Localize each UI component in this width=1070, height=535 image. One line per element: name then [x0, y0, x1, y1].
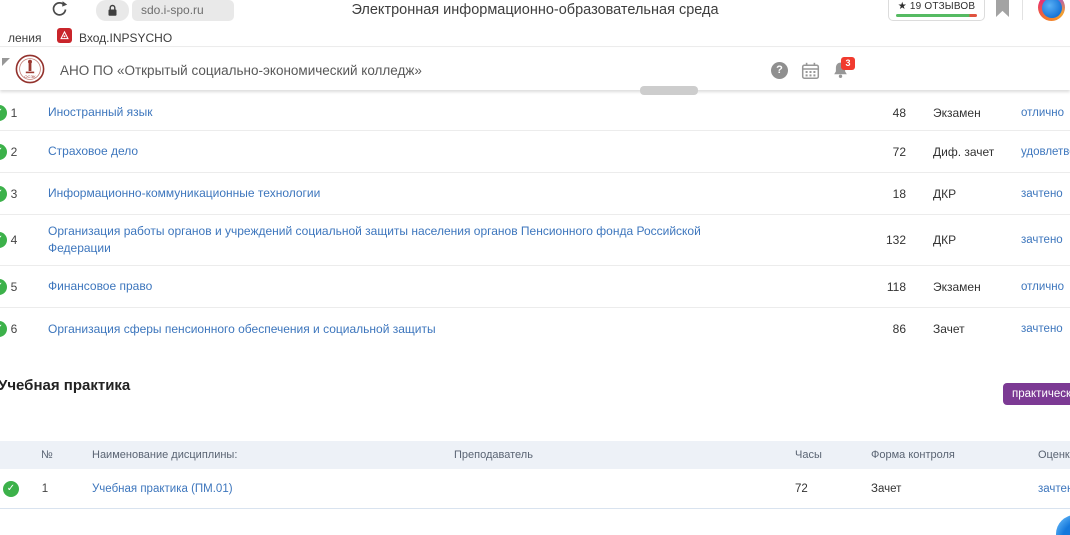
hours-value: 18: [858, 187, 906, 201]
table-row: ✓ 4 Организация работы органов и учрежде…: [0, 215, 1070, 266]
discipline-link[interactable]: Иностранный язык: [48, 104, 748, 121]
practice-type-badge: практическое: [1003, 383, 1070, 405]
grade-link[interactable]: удовлетворительно: [1021, 146, 1070, 158]
control-form-value: ДКР: [933, 233, 956, 247]
table-row: ✓ 2 Страховое дело 72 Диф. зачет удовлет…: [0, 131, 1070, 173]
grade-link[interactable]: отлично: [1021, 281, 1064, 293]
site-reviews-button[interactable]: ★ 19 отзывов: [888, 0, 985, 21]
row-number: 5: [6, 280, 22, 294]
practice-table-header: № Наименование дисциплины: Преподаватель…: [0, 441, 1070, 469]
control-form-value: Экзамен: [933, 106, 981, 120]
control-form-value: ДКР: [933, 187, 956, 201]
header-teacher: Преподаватель: [454, 449, 533, 461]
control-form-value: Экзамен: [933, 280, 981, 294]
discipline-link[interactable]: Страховое дело: [48, 143, 748, 160]
browser-window: sdo.i-spo.ru Электронная информационно-о…: [0, 0, 1070, 535]
hours-value: 72: [795, 483, 808, 495]
grade-link[interactable]: зачтено: [1021, 188, 1063, 200]
bookmark-item-truncated[interactable]: ления: [8, 31, 42, 45]
section-title: Учебная практика: [0, 377, 130, 394]
discipline-link[interactable]: Организация сферы пенсионного обеспечени…: [48, 321, 748, 338]
section-divider: [0, 508, 1070, 509]
grade-link[interactable]: зачтено: [1021, 323, 1063, 335]
organization-name: АНО ПО «Открытый социально-экономический…: [60, 63, 422, 78]
bookmark-favicon: [57, 28, 72, 43]
control-form-value: Зачет: [933, 322, 965, 336]
hours-value: 86: [858, 322, 906, 336]
discipline-link[interactable]: Учебная практика (ПМ.01): [92, 483, 233, 495]
college-logo[interactable]: ОСЭК: [15, 54, 45, 84]
discipline-link[interactable]: Информационно-коммуникационные технологи…: [48, 185, 748, 202]
grade-link[interactable]: отлично: [1021, 107, 1064, 119]
row-number: 1: [6, 106, 22, 120]
discipline-link[interactable]: Финансовое право: [48, 278, 748, 295]
bookmarks-bar: ления Вход.INPSYCHO: [0, 27, 1070, 47]
notifications-count-badge: 3: [841, 57, 855, 70]
control-form-value: Диф. зачет: [933, 145, 994, 159]
browser-toolbar: sdo.i-spo.ru Электронная информационно-о…: [0, 0, 1070, 27]
star-icon: ★: [898, 1, 907, 12]
table-row: ✓ 5 Финансовое право 118 Экзамен отлично: [0, 266, 1070, 308]
table-row: ✓ 1 Иностранный язык 48 Экзамен отлично: [0, 95, 1070, 131]
header-grade: Оценка: [1038, 449, 1070, 461]
reviews-label: ★ 19 отзывов: [889, 1, 984, 12]
table-row: ✓ 6 Организация сферы пенсионного обеспе…: [0, 308, 1070, 350]
discipline-link[interactable]: Организация работы органов и учреждений …: [48, 223, 748, 257]
row-number: 2: [6, 145, 22, 159]
hours-value: 72: [858, 145, 906, 159]
hours-value: 48: [858, 106, 906, 120]
practice-table-row: ✓ 1 Учебная практика (ПМ.01) 72 Зачет за…: [0, 469, 1070, 508]
completed-check-icon: ✓: [3, 481, 19, 497]
rating-bar: [896, 14, 977, 17]
control-form-value: Зачет: [871, 483, 901, 495]
hours-value: 132: [858, 233, 906, 247]
grades-table: ✓ 1 Иностранный язык 48 Экзамен отлично …: [0, 95, 1070, 350]
header-hours: Часы: [795, 449, 822, 461]
scrollbar-thumb[interactable]: [640, 86, 698, 95]
toolbar-divider: [1022, 0, 1023, 20]
grade-link[interactable]: зачтено: [1021, 234, 1063, 246]
site-header: ОСЭК АНО ПО «Открытый социально-экономич…: [0, 48, 1070, 90]
row-number: 4: [6, 233, 22, 247]
header-control-form: Форма контроля: [871, 449, 955, 461]
row-number: 3: [6, 187, 22, 201]
calendar-icon[interactable]: [801, 62, 820, 80]
row-number: 6: [6, 322, 22, 336]
grade-link[interactable]: зачтено: [1038, 483, 1070, 495]
hours-value: 118: [858, 280, 906, 294]
avatar-core: [1042, 0, 1062, 18]
table-row: ✓ 3 Информационно-коммуникационные техно…: [0, 173, 1070, 215]
header-number: №: [41, 449, 53, 461]
reviews-count: 19 отзывов: [910, 1, 975, 12]
svg-text:ОСЭК: ОСЭК: [24, 74, 36, 79]
bookmark-item[interactable]: Вход.INPSYCHO: [79, 31, 172, 45]
header-discipline: Наименование дисциплины:: [92, 449, 237, 461]
row-number: 1: [37, 483, 53, 495]
help-icon[interactable]: ?: [771, 62, 788, 79]
chat-widget-button[interactable]: [1056, 515, 1070, 535]
